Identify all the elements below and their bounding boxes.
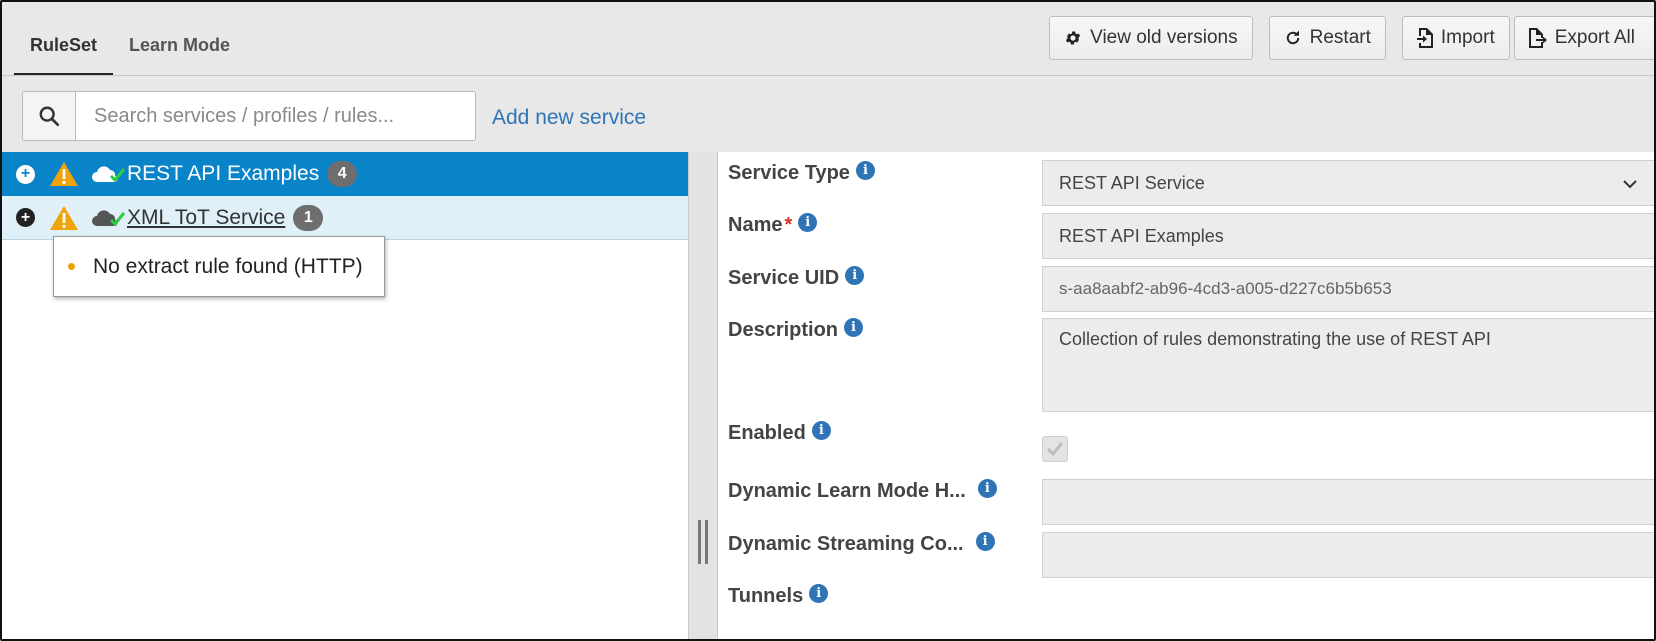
service-row[interactable]: + XML ToT Service 1 [2, 196, 688, 240]
dynamic-streaming-label-text: Dynamic Streaming Co... [728, 533, 964, 555]
export-all-button[interactable]: Export All [1513, 16, 1654, 60]
plus-circle-icon[interactable]: + [16, 164, 35, 184]
description-textarea[interactable]: Collection of rules demonstrating the us… [1042, 318, 1654, 412]
service-uid-field[interactable]: s-aa8aabf2-ab96-4cd3-a005-d227c6b5b653 [1042, 266, 1654, 312]
rule-count-badge: 1 [293, 204, 324, 231]
name-label: Name * i [728, 213, 818, 237]
warning-tooltip: No extract rule found (HTTP) [53, 236, 385, 297]
checkmark-icon [1047, 442, 1063, 456]
view-old-versions-button[interactable]: View old versions [1049, 16, 1253, 60]
service-uid-label-text: Service UID [728, 267, 840, 289]
info-icon[interactable]: i [811, 421, 831, 440]
add-new-service-link[interactable]: Add new service [492, 106, 646, 130]
warning-icon [49, 161, 79, 187]
name-label-text: Name [728, 214, 783, 236]
service-uid-label: Service UID i [728, 266, 865, 290]
plus-circle-icon[interactable]: + [16, 208, 35, 227]
info-icon[interactable]: i [975, 532, 995, 551]
tab-ruleset[interactable]: RuleSet [14, 2, 114, 76]
file-export-icon [1528, 28, 1547, 48]
search-bar [22, 91, 476, 141]
service-type-label-text: Service Type [728, 162, 850, 184]
info-icon[interactable]: i [798, 213, 818, 232]
info-icon[interactable]: i [844, 318, 864, 337]
export-all-label: Export All [1554, 27, 1635, 48]
tab-learn-mode[interactable]: Learn Mode [113, 2, 246, 76]
restart-label: Restart [1309, 27, 1371, 48]
dynamic-streaming-field[interactable] [1042, 532, 1654, 578]
bullet-icon [68, 263, 75, 270]
refresh-icon [1284, 29, 1302, 47]
tabs-divider [2, 75, 1654, 76]
tunnels-label: Tunnels i [728, 584, 829, 608]
rule-count-badge: 4 [327, 161, 358, 187]
enabled-label-text: Enabled [728, 422, 806, 444]
chevron-down-icon [1623, 173, 1637, 194]
warning-icon[interactable] [49, 205, 79, 231]
service-name[interactable]: REST API Examples [127, 162, 319, 186]
info-icon[interactable]: i [845, 266, 865, 285]
dynamic-streaming-label: Dynamic Streaming Co... i [728, 532, 995, 556]
description-value: Collection of rules demonstrating the us… [1059, 329, 1491, 349]
splitter-grip-icon[interactable] [698, 520, 708, 564]
cloud-check-icon [91, 164, 127, 184]
required-mark: * [784, 214, 793, 236]
main-tabs: RuleSet Learn Mode [14, 2, 246, 76]
info-icon[interactable]: i [855, 161, 875, 180]
toolbar: View old versions Restart Import Export … [1049, 16, 1654, 60]
service-uid-value: s-aa8aabf2-ab96-4cd3-a005-d227c6b5b653 [1059, 279, 1392, 298]
dynamic-learn-mode-label-text: Dynamic Learn Mode H... [728, 480, 966, 502]
tunnels-label-text: Tunnels [728, 585, 804, 607]
search-input[interactable] [76, 91, 476, 141]
service-details-form: Service Type i REST API Service Name * i … [718, 152, 1654, 639]
enabled-checkbox[interactable] [1042, 436, 1068, 462]
info-icon[interactable]: i [977, 479, 997, 498]
cloud-check-icon [91, 208, 127, 228]
restart-button[interactable]: Restart [1268, 16, 1386, 60]
panel-splitter[interactable] [688, 152, 718, 639]
dynamic-learn-mode-label: Dynamic Learn Mode H... i [728, 479, 997, 503]
service-row[interactable]: + REST API Examples 4 [2, 152, 688, 196]
import-button[interactable]: Import [1401, 16, 1510, 60]
service-type-value: REST API Service [1059, 172, 1205, 193]
service-list: + REST API Examples 4 + XML ToT Service … [2, 152, 688, 639]
service-name[interactable]: XML ToT Service [127, 206, 285, 230]
app-window: RuleSet Learn Mode View old versions Res… [0, 0, 1656, 641]
name-field[interactable]: REST API Examples [1042, 213, 1654, 259]
service-type-select[interactable]: REST API Service [1042, 160, 1654, 206]
gear-icon [1064, 29, 1082, 47]
dynamic-learn-mode-field[interactable] [1042, 479, 1654, 525]
search-icon [38, 105, 60, 127]
tooltip-text: No extract rule found (HTTP) [93, 254, 363, 278]
import-label: Import [1440, 27, 1495, 48]
info-icon[interactable]: i [809, 584, 829, 603]
description-label-text: Description [728, 319, 839, 341]
description-label: Description i [728, 318, 864, 342]
service-type-label: Service Type i [728, 161, 875, 185]
view-old-versions-label: View old versions [1090, 27, 1238, 48]
file-import-icon [1416, 28, 1433, 48]
search-button[interactable] [22, 91, 76, 141]
name-value: REST API Examples [1059, 225, 1224, 246]
enabled-label: Enabled i [728, 421, 831, 445]
